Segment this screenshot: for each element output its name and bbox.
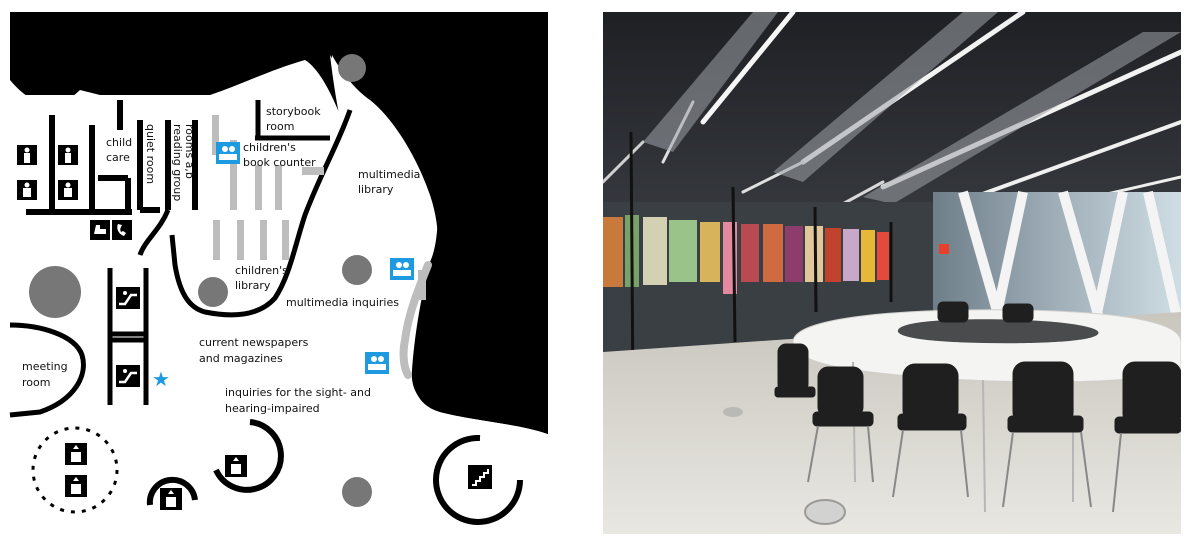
label-childrens-library: children's — [235, 264, 288, 277]
label-childrens-library: library — [235, 279, 271, 292]
escalator-icon — [116, 365, 140, 387]
label-childrens-book-counter: book counter — [243, 156, 316, 169]
label-current-newspapers: and magazines — [199, 352, 283, 365]
elevator-icon — [225, 455, 247, 477]
label-meeting-room: room — [22, 376, 50, 389]
elevator-icon — [65, 475, 87, 497]
star-icon: ★ — [152, 367, 170, 391]
label-child-care: care — [106, 151, 130, 164]
label-reading-group: reading group — [171, 124, 184, 201]
label-childrens-book-counter: children's — [243, 141, 296, 154]
label-sight-hearing-inquiries: inquiries for the sight- and — [225, 386, 371, 399]
floor-drain — [804, 499, 846, 525]
toilet-accessible-icon — [17, 180, 37, 200]
floor-drain — [723, 407, 743, 417]
label-multimedia-library: multimedia — [358, 168, 420, 181]
chair — [937, 301, 969, 323]
toilet-accessible-icon — [58, 180, 78, 200]
toilet-men-icon — [58, 145, 78, 165]
baby-changing-icon — [90, 220, 110, 240]
information-desk-icon — [390, 258, 414, 280]
label-multimedia-library: library — [358, 183, 394, 196]
column — [342, 477, 372, 507]
column — [29, 266, 81, 318]
telephone-icon — [112, 220, 132, 240]
label-multimedia-inquiries: multimedia inquiries — [286, 296, 399, 309]
elevator-rings — [31, 419, 523, 525]
reading-room-photo — [603, 12, 1181, 534]
column — [338, 54, 366, 82]
label-meeting-room: meeting — [22, 360, 68, 373]
label-quiet-room: quiet room — [144, 124, 157, 184]
toilet-men-icon — [17, 145, 37, 165]
label-current-newspapers: current newspapers — [199, 336, 309, 349]
label-child-care: child — [106, 136, 132, 149]
label-reading-group: rooms a,b — [183, 124, 196, 179]
column — [342, 255, 372, 285]
label-storybook-room: room — [266, 120, 294, 133]
label-storybook-room: storybook — [266, 105, 321, 118]
elevator-icon — [65, 443, 87, 465]
column — [198, 277, 228, 307]
elevator-icon — [160, 488, 182, 510]
escalator-icon — [116, 287, 140, 309]
floor-plan-map: ★ storybook room child care quiet room r… — [9, 12, 548, 525]
chair — [1002, 303, 1034, 323]
label-sight-hearing-inquiries: hearing-impaired — [225, 402, 320, 415]
stairs-icon — [468, 465, 492, 489]
information-desk-icon — [216, 142, 240, 164]
information-desk-icon — [365, 352, 389, 374]
